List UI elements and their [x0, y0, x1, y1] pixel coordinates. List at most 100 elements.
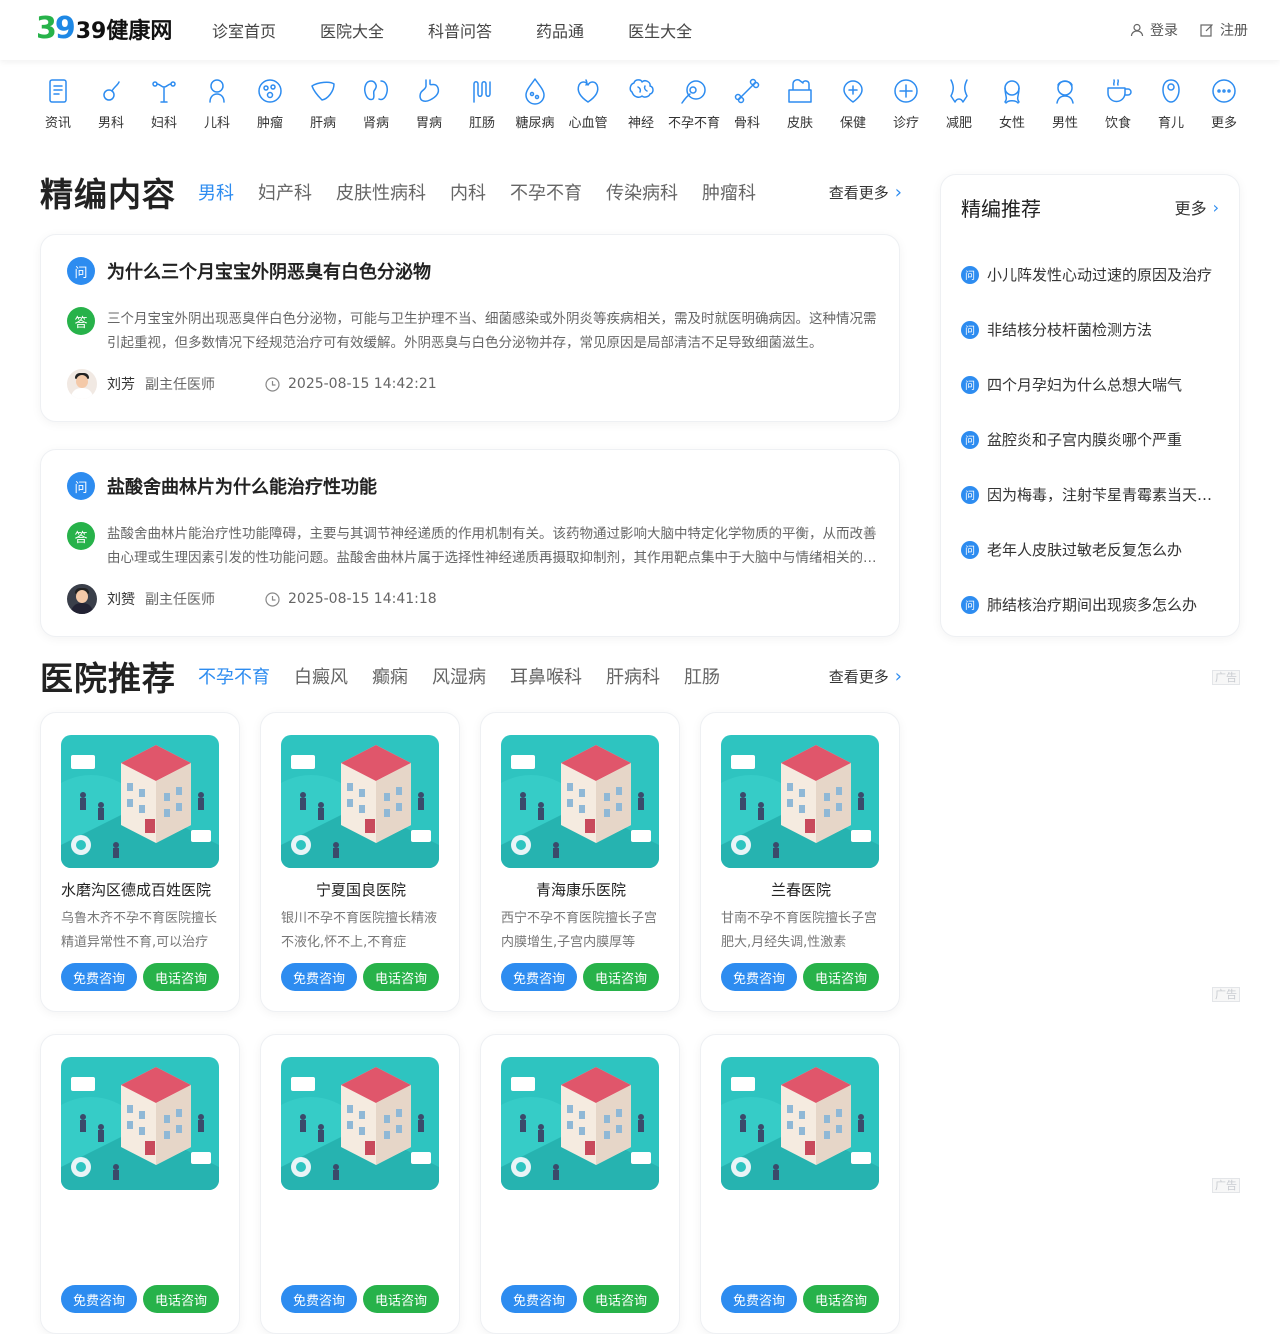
hospital-tab-vitiligo[interactable]: 白癜风 — [282, 663, 360, 689]
hospital-desc: 甘南不孕不育医院擅长子宫肥大,月经失调,性激素 — [721, 911, 878, 950]
hospital-more-link[interactable]: 查看更多 › — [829, 654, 902, 698]
hospital-tabs: 不孕不育 白癜风 癫痫 风湿病 耳鼻喉科 肝病科 肛肠 — [186, 663, 732, 689]
featured-more-link[interactable]: 查看更多 › — [829, 170, 902, 214]
category-bar: 资讯 男科 妇科 儿科 肿瘤 肝病 肾病 胃病 肛肠 糖尿病 心血管 神经 不孕不育 骨科 皮肤 保健 诊疗 减肥… — [34, 76, 1248, 138]
register-link[interactable]: 注册 — [1200, 20, 1248, 40]
recommend-item-title: 因为梅毒，注射苄星青霉素当天能同房吗 — [987, 486, 1213, 504]
chevron-right-icon: › — [894, 181, 902, 203]
hospital-card[interactable]: 免费咨询 电话咨询 — [40, 1034, 240, 1334]
nav-drugs[interactable]: 药品通 — [514, 18, 606, 42]
chevron-right-icon: › — [894, 665, 902, 687]
category-liver[interactable]: 肝病 — [299, 76, 347, 138]
category-stomach[interactable]: 胃病 — [405, 76, 453, 138]
recommend-title: 精编推荐 — [961, 197, 1041, 221]
qa-card[interactable]: 问为什么三个月宝宝外阴恶臭有白色分泌物 答三个月宝宝外阴出现恶臭伴白色分泌物，可… — [40, 234, 900, 422]
phone-consult-button[interactable]: 电话咨询 — [363, 1285, 439, 1313]
phone-consult-button[interactable]: 电话咨询 — [583, 963, 659, 991]
bone-icon — [734, 78, 760, 104]
nav-clinic-home[interactable]: 诊室首页 — [190, 18, 298, 42]
question-title[interactable]: 盐酸舍曲林片为什么能治疗性功能 — [107, 473, 377, 499]
hospital-card[interactable]: 水磨沟区德成百姓医院 乌鲁木齐不孕不育医院擅长精道异常性不育,可以治疗 免费咨询 电话… — [40, 712, 240, 1012]
category-label: 育儿 — [1157, 116, 1184, 131]
nav-hospitals[interactable]: 医院大全 — [298, 18, 406, 42]
recommend-item[interactable]: 问四个月孕妇为什么总想大喘气 — [961, 357, 1223, 412]
recommend-more-label: 更多 — [1174, 199, 1207, 218]
free-consult-button[interactable]: 免费咨询 — [61, 1285, 137, 1313]
free-consult-button[interactable]: 免费咨询 — [501, 963, 577, 991]
qa-card[interactable]: 问盐酸舍曲林片为什么能治疗性功能 答盐酸舍曲林片能治疗性功能障碍，主要与其调节神… — [40, 449, 900, 637]
category-waist[interactable]: 减肥 — [935, 76, 983, 138]
category-medical-plus[interactable]: 诊疗 — [882, 76, 930, 138]
hospital-card[interactable]: 青海康乐医院 西宁不孕不育医院擅长子宫内膜增生,子宫内膜厚等 免费咨询 电话咨询 — [480, 712, 680, 1012]
hospital-name[interactable]: 兰春医院 — [721, 879, 881, 900]
category-man[interactable]: 男性 — [1041, 76, 1089, 138]
free-consult-button[interactable]: 免费咨询 — [501, 1285, 577, 1313]
featured-tab-infectious[interactable]: 传染病科 — [594, 179, 690, 205]
phone-consult-button[interactable]: 电话咨询 — [363, 963, 439, 991]
login-link[interactable]: 登录 — [1130, 20, 1178, 40]
featured-tab-male[interactable]: 男科 — [186, 179, 246, 205]
category-news[interactable]: 资讯 — [34, 76, 82, 138]
hospital-tab-anorectal[interactable]: 肛肠 — [672, 663, 732, 689]
hospital-name[interactable]: 青海康乐医院 — [501, 879, 661, 900]
category-skin[interactable]: 皮肤 — [776, 76, 824, 138]
hospital-card[interactable]: 免费咨询 电话咨询 — [700, 1034, 900, 1334]
free-consult-button[interactable]: 免费咨询 — [61, 963, 137, 991]
featured-tab-infertility[interactable]: 不孕不育 — [498, 179, 594, 205]
category-intestine[interactable]: 肛肠 — [458, 76, 506, 138]
phone-consult-button[interactable]: 电话咨询 — [803, 963, 879, 991]
category-baby[interactable]: 儿科 — [193, 76, 241, 138]
category-male-organ[interactable]: 男科 — [87, 76, 135, 138]
hospital-name[interactable]: 水磨沟区德成百姓医院 — [61, 879, 221, 900]
free-consult-button[interactable]: 免费咨询 — [281, 963, 357, 991]
category-uterus[interactable]: 妇科 — [140, 76, 188, 138]
free-consult-button[interactable]: 免费咨询 — [721, 1285, 797, 1313]
phone-consult-button[interactable]: 电话咨询 — [803, 1285, 879, 1313]
hospital-tab-epilepsy[interactable]: 癫痫 — [360, 663, 420, 689]
hospital-tab-ent[interactable]: 耳鼻喉科 — [498, 663, 594, 689]
category-heart[interactable]: 心血管 — [564, 76, 612, 138]
answer-badge: 答 — [67, 522, 95, 550]
free-consult-button[interactable]: 免费咨询 — [721, 963, 797, 991]
category-bone[interactable]: 骨科 — [723, 76, 771, 138]
site-logo[interactable]: 39 39健康网 — [36, 12, 172, 46]
recommend-item[interactable]: 问盆腔炎和子宫内膜炎哪个严重 — [961, 412, 1223, 467]
category-infant[interactable]: 育儿 — [1147, 76, 1195, 138]
phone-consult-button[interactable]: 电话咨询 — [583, 1285, 659, 1313]
phone-consult-button[interactable]: 电话咨询 — [143, 1285, 219, 1313]
recommend-more-link[interactable]: 更多 › — [1175, 195, 1219, 219]
category-more[interactable]: 更多 — [1200, 76, 1248, 138]
question-title[interactable]: 为什么三个月宝宝外阴恶臭有白色分泌物 — [107, 258, 431, 284]
hospital-tab-liver[interactable]: 肝病科 — [594, 663, 672, 689]
category-brain[interactable]: 神经 — [617, 76, 665, 138]
category-tumor[interactable]: 肿瘤 — [246, 76, 294, 138]
recommend-item[interactable]: 问因为梅毒，注射苄星青霉素当天能同房吗 — [961, 467, 1223, 522]
nav-qa[interactable]: 科普问答 — [406, 18, 514, 42]
recommend-item[interactable]: 问非结核分枝杆菌检测方法 — [961, 302, 1223, 357]
featured-tab-internal[interactable]: 内科 — [438, 179, 498, 205]
category-sperm-egg[interactable]: 不孕不育 — [668, 76, 720, 138]
clock-icon — [265, 376, 280, 392]
phone-consult-button[interactable]: 电话咨询 — [143, 963, 219, 991]
featured-tab-oncology[interactable]: 肿瘤科 — [690, 179, 768, 205]
hospital-image — [61, 1057, 219, 1190]
hospital-tab-infertility[interactable]: 不孕不育 — [186, 663, 282, 689]
hospital-tab-rheumatism[interactable]: 风湿病 — [420, 663, 498, 689]
hospital-card[interactable]: 免费咨询 电话咨询 — [480, 1034, 680, 1334]
category-kidney[interactable]: 肾病 — [352, 76, 400, 138]
hospital-name[interactable]: 宁夏国良医院 — [281, 879, 441, 900]
featured-tab-std[interactable]: 皮肤性病科 — [324, 179, 438, 205]
recommend-item[interactable]: 问小儿阵发性心动过速的原因及治疗 — [961, 247, 1223, 302]
category-woman[interactable]: 女性 — [988, 76, 1036, 138]
hospital-card[interactable]: 兰春医院甘南不孕不育医院擅长子宫肥大,月经失调,性激素免费咨询 电话咨询 — [700, 712, 900, 1012]
hospital-card[interactable]: 宁夏国良医院 银川不孕不育医院擅长精液不液化,怀不上,不育症 免费咨询 电话咨询 — [260, 712, 460, 1012]
category-blood-drop[interactable]: 糖尿病 — [511, 76, 559, 138]
category-health-care[interactable]: 保健 — [829, 76, 877, 138]
recommend-item[interactable]: 问老年人皮肤过敏老反复怎么办 — [961, 522, 1223, 577]
nav-doctors[interactable]: 医生大全 — [606, 18, 714, 42]
category-cup[interactable]: 饮食 — [1094, 76, 1142, 138]
free-consult-button[interactable]: 免费咨询 — [281, 1285, 357, 1313]
recommend-item[interactable]: 问肺结核治疗期间出现痰多怎么办 — [961, 577, 1223, 632]
hospital-card[interactable]: 免费咨询 电话咨询 — [260, 1034, 460, 1334]
featured-tab-obstetrics[interactable]: 妇产科 — [246, 179, 324, 205]
